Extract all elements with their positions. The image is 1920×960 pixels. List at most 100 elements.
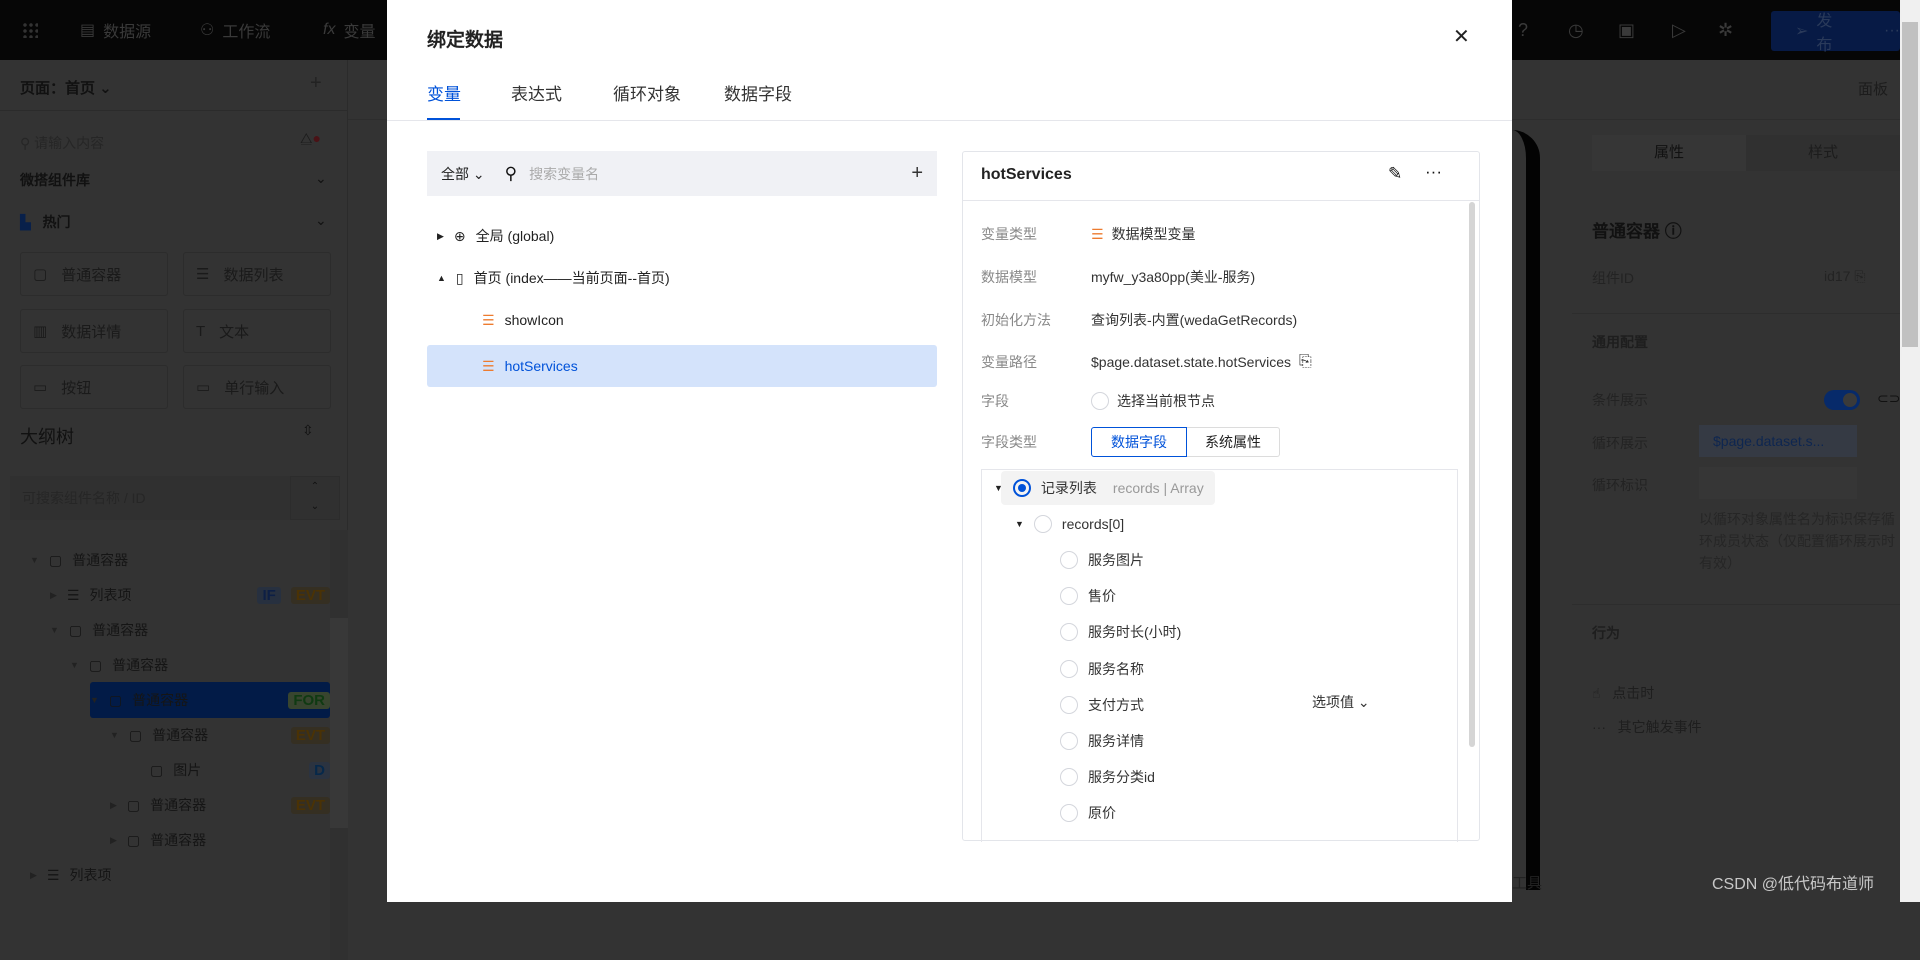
radio[interactable] [1060, 587, 1078, 606]
variable-hotservices[interactable]: ☰ hotServices [427, 345, 937, 387]
save-icon[interactable]: ▣ [1618, 0, 1635, 60]
component-container[interactable]: ▢ 普通容器 [20, 252, 168, 296]
radio[interactable] [1060, 768, 1078, 787]
field-item[interactable]: 服务名称 [1060, 651, 1144, 687]
list-icon: ☰ [46, 866, 60, 883]
topbar-variables[interactable]: fx 变量 [323, 0, 375, 60]
radio[interactable] [1060, 695, 1078, 714]
outline-node[interactable]: ▢ 图片 D [130, 752, 330, 788]
behavior-header[interactable]: 行为 [1592, 623, 1620, 643]
field-item[interactable]: 支付方式 [1060, 687, 1144, 723]
field-item[interactable]: 服务时长(小时) [1060, 614, 1181, 650]
chevron-down-icon[interactable]: ⌄ [315, 170, 327, 187]
field-type-data[interactable]: 数据字段 [1091, 427, 1187, 457]
field-records[interactable]: ▼ 记录列表 records | Array [994, 470, 1204, 506]
caret-icon[interactable]: ▶ [50, 590, 57, 601]
apps-grid-icon[interactable] [22, 22, 38, 38]
radio[interactable] [1060, 659, 1078, 678]
radio[interactable] [1060, 804, 1078, 823]
outline-node[interactable]: ▶ ☰ 列表项 IF EVT [50, 577, 330, 613]
debug-icon[interactable]: ✲ [1718, 0, 1733, 60]
topbar-workflow[interactable]: ⚇ 工作流 [200, 0, 270, 60]
variable-search-input[interactable]: 搜索变量名 [529, 164, 899, 184]
library-title[interactable]: 微搭组件库 [20, 170, 90, 190]
outline-node[interactable]: ▼ ▢ 普通容器 FOR [90, 682, 330, 718]
component-data-list[interactable]: ☰ 数据列表 [183, 252, 331, 296]
page-selector[interactable]: 页面：首页 ⌄ [20, 77, 112, 98]
help-icon[interactable]: ? [1518, 0, 1528, 60]
expand-collapse-icon[interactable]: ⇳ [302, 422, 314, 439]
field-records-item[interactable]: ▼ records[0] [1015, 506, 1124, 542]
cond-show-toggle[interactable] [1824, 390, 1860, 410]
caret-icon[interactable]: ▶ [110, 835, 117, 846]
outline-scrollbar[interactable] [330, 530, 348, 960]
loop-id-input[interactable] [1699, 467, 1857, 499]
field-item[interactable]: 原价 [1060, 795, 1116, 831]
outline-node[interactable]: ▼ ▢ 普通容器 [50, 612, 330, 648]
caret-icon[interactable]: ▶ [30, 870, 37, 881]
outline-node[interactable]: ▼ ▢ 普通容器 [30, 542, 330, 578]
radio[interactable] [1060, 551, 1078, 569]
event-on-click[interactable]: ☝ 点击时 [1592, 683, 1654, 703]
play-icon[interactable]: ▷ [1672, 0, 1686, 60]
copy-icon[interactable]: ⎘ [1299, 353, 1312, 371]
outline-stepper[interactable]: ⌃ ⌄ [290, 476, 340, 520]
root-node-radio[interactable]: 选择当前根节点 [1091, 391, 1215, 411]
tools-label[interactable]: 工具 [1512, 860, 1572, 902]
component-search[interactable]: ⚲ 请输入内容 [20, 133, 104, 153]
field-item[interactable]: 服务分类id [1060, 759, 1155, 795]
tab-loop-object[interactable]: 循环对象 [613, 80, 681, 105]
topbar-datasource[interactable]: ▤ 数据源 [80, 0, 151, 60]
shapes-icon[interactable]: ⧋● [300, 130, 321, 147]
tab-styles[interactable]: 样式 [1746, 135, 1900, 171]
option-value-dropdown[interactable]: 选项值 ⌄ [1312, 692, 1370, 712]
event-other[interactable]: ··· 其它触发事件 [1592, 717, 1702, 737]
link-icon[interactable]: ⊂⊃ [1877, 390, 1900, 407]
id-value[interactable]: id17 ⎘ [1824, 268, 1866, 285]
tab-properties[interactable]: 属性 [1592, 135, 1746, 171]
more-icon[interactable]: ··· [1425, 162, 1442, 182]
caret-icon[interactable]: ▼ [70, 660, 79, 670]
card-scrollbar[interactable] [1469, 202, 1475, 747]
component-text[interactable]: T 文本 [183, 309, 331, 353]
outline-node[interactable]: ▶ ▢ 普通容器 EVT [110, 787, 330, 823]
field-item[interactable]: 服务图片 [1060, 542, 1144, 578]
chevron-down-icon[interactable]: ⌄ [315, 212, 327, 229]
more-icon[interactable]: ··· [1884, 22, 1900, 40]
publish-button[interactable]: ➢ 发布 ··· [1771, 11, 1900, 54]
edit-icon[interactable]: ✎ [1388, 164, 1402, 184]
hot-section[interactable]: ▙ 热门 [20, 212, 70, 232]
close-icon[interactable]: ✕ [1453, 24, 1470, 49]
outline-node[interactable]: ▼ ▢ 普通容器 [70, 647, 330, 683]
general-config-header[interactable]: 通用配置 [1592, 332, 1648, 352]
outline-node[interactable]: ▼ ▢ 普通容器 EVT [110, 717, 330, 753]
field-item[interactable]: 售价 [1060, 578, 1116, 614]
component-data-detail[interactable]: ▥ 数据详情 [20, 309, 168, 353]
tab-expression[interactable]: 表达式 [511, 80, 562, 105]
component-button[interactable]: ▭ 按钮 [20, 365, 168, 409]
field-item[interactable]: 服务详情 [1060, 723, 1144, 759]
loop-show-input[interactable]: $page.dataset.s... [1699, 425, 1857, 457]
caret-icon[interactable]: ▶ [110, 800, 117, 811]
tree-node-global[interactable]: ▶ ⊕ 全局 (global) [427, 215, 937, 257]
radio[interactable] [1060, 623, 1078, 642]
outline-node[interactable]: ▶ ▢ 普通容器 [110, 822, 330, 858]
history-icon[interactable]: ◷ [1568, 0, 1584, 60]
outline-node[interactable]: ▶ ☰ 列表项 [30, 857, 330, 893]
component-input[interactable]: ▭ 单行输入 [183, 365, 331, 409]
caret-icon[interactable]: ▼ [30, 555, 39, 565]
panel-label[interactable]: 面板 [1858, 78, 1888, 99]
page-scrollbar[interactable] [1900, 0, 1920, 902]
caret-icon[interactable]: ▼ [90, 695, 99, 705]
caret-icon[interactable]: ▼ [110, 730, 119, 740]
radio[interactable] [1060, 732, 1078, 750]
scope-filter[interactable]: 全部 ⌄ [441, 164, 485, 184]
tab-data-field[interactable]: 数据字段 [724, 80, 792, 105]
tab-variables[interactable]: 变量 [427, 80, 461, 105]
field-type-system[interactable]: 系统属性 [1187, 427, 1280, 457]
tree-node-page[interactable]: ▲ ▯ 首页 (index——当前页面--首页) [427, 257, 937, 299]
add-variable-icon[interactable]: + [911, 162, 923, 185]
add-page-icon[interactable]: + [310, 72, 322, 95]
variable-showicon[interactable]: ☰ showIcon [427, 299, 937, 341]
caret-icon[interactable]: ▼ [50, 625, 59, 635]
